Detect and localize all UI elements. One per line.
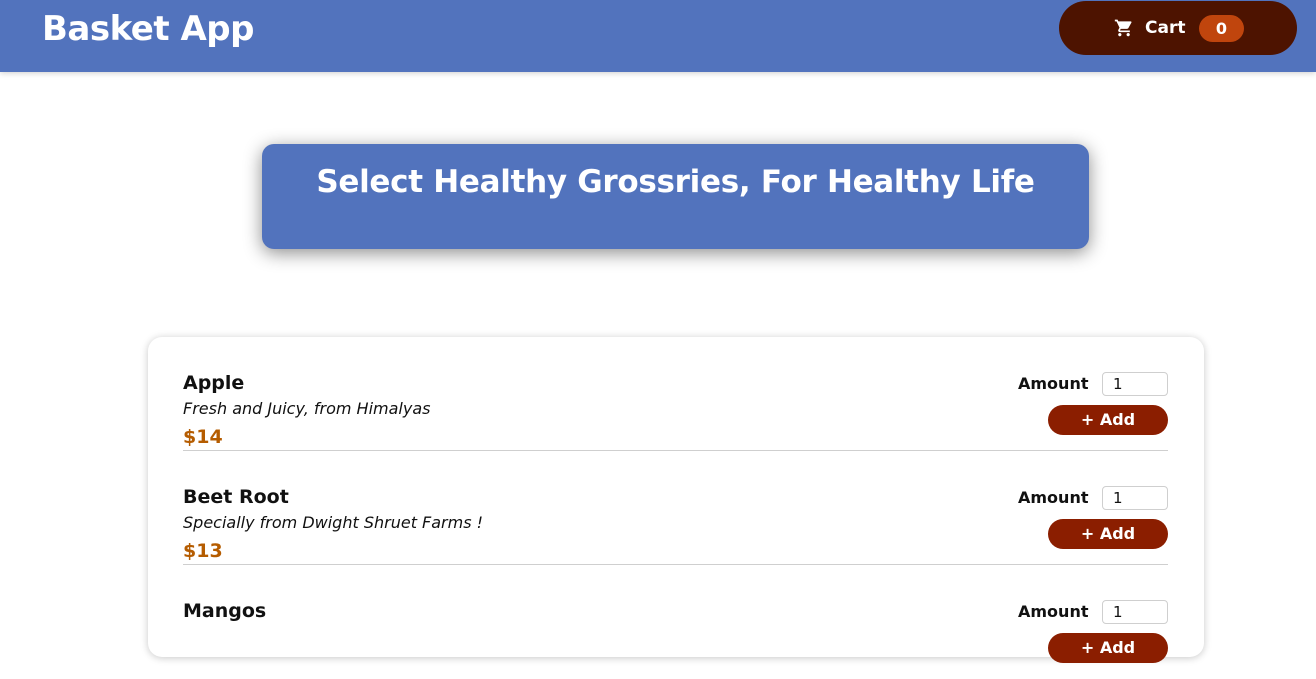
cart-count-badge: 0 — [1199, 15, 1244, 42]
add-button[interactable]: + Add — [1048, 405, 1168, 435]
cart-label: Cart — [1145, 18, 1186, 38]
amount-label: Amount — [1018, 488, 1089, 507]
add-button[interactable]: + Add — [1048, 633, 1168, 663]
product-list-card: Apple Fresh and Juicy, from Himalyas $14… — [148, 337, 1204, 663]
product-name: Apple — [183, 372, 245, 394]
product-name: Beet Root — [183, 486, 289, 508]
app-title: Basket App — [42, 9, 254, 49]
hero-banner: Select Healthy Grossries, For Healthy Li… — [262, 144, 1089, 249]
app-header: Basket App Cart 0 — [0, 0, 1316, 72]
amount-label: Amount — [1018, 374, 1089, 393]
amount-input[interactable] — [1102, 600, 1168, 624]
product-price: $13 — [183, 540, 223, 562]
product-description: Fresh and Juicy, from Himalyas — [183, 399, 431, 418]
product-item-beet-root: Beet Root Specially from Dwight Shruet F… — [183, 451, 1168, 565]
amount-input[interactable] — [1102, 372, 1168, 396]
amount-label: Amount — [1018, 602, 1089, 621]
product-description: Specially from Dwight Shruet Farms ! — [183, 513, 484, 532]
cart-button[interactable]: Cart 0 — [1059, 1, 1297, 55]
product-price: $14 — [183, 426, 223, 448]
amount-input[interactable] — [1102, 486, 1168, 510]
banner-title: Select Healthy Grossries, For Healthy Li… — [316, 164, 1035, 200]
product-item-mangos: Mangos Amount + Add — [183, 565, 1168, 679]
shopping-cart-icon — [1114, 19, 1132, 37]
product-item-apple: Apple Fresh and Juicy, from Himalyas $14… — [183, 337, 1168, 451]
product-name: Mangos — [183, 600, 267, 622]
add-button[interactable]: + Add — [1048, 519, 1168, 549]
